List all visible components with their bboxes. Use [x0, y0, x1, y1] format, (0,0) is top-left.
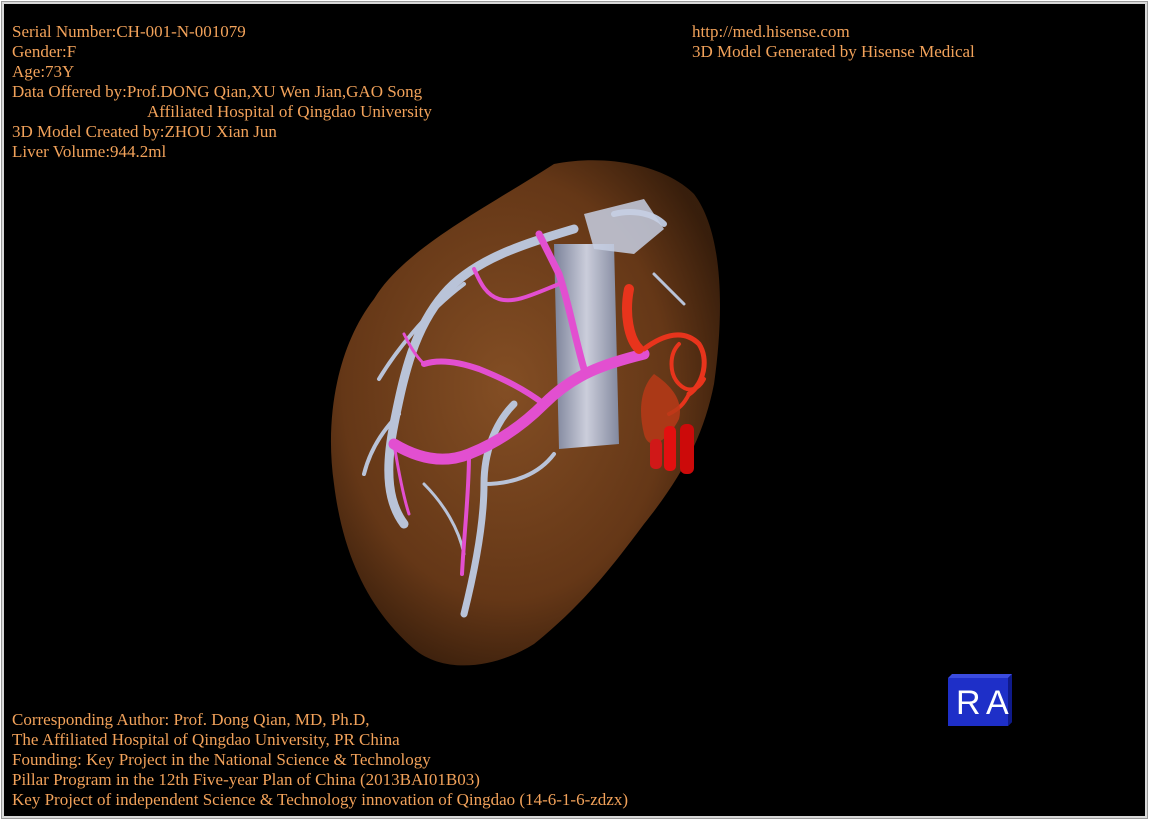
gender: Gender:F — [12, 42, 77, 61]
viewer-frame: Serial Number:CH-001-N-001079 Gender:F A… — [1, 1, 1148, 819]
affiliation: The Affiliated Hospital of Qingdao Unive… — [12, 730, 400, 749]
data-offered-by: Data Offered by:Prof.DONG Qian,XU Wen Ji… — [12, 82, 423, 101]
credits: Corresponding Author: Prof. Dong Qian, M… — [12, 710, 628, 810]
orientation-label-a: A — [986, 684, 1009, 722]
qingdao-project: Key Project of independent Science & Tec… — [12, 790, 628, 809]
inferior-vena-cava — [554, 244, 619, 449]
age: Age:73Y — [12, 62, 75, 81]
serial-number: Serial Number:CH-001-N-001079 — [12, 22, 246, 41]
founding-program: Pillar Program in the 12th Five-year Pla… — [12, 770, 480, 789]
orientation-cube[interactable]: R A — [946, 672, 1014, 728]
founding: Founding: Key Project in the National Sc… — [12, 750, 431, 769]
corresponding-author: Corresponding Author: Prof. Dong Qian, M… — [12, 710, 370, 729]
liver-3d-model[interactable] — [284, 154, 764, 684]
generated-by: 3D Model Generated by Hisense Medical — [692, 42, 975, 61]
artery-cluster — [664, 426, 676, 471]
generator-info: http://med.hisense.com 3D Model Generate… — [692, 22, 975, 62]
patient-info: Serial Number:CH-001-N-001079 Gender:F A… — [12, 22, 432, 162]
hospital-name: Affiliated Hospital of Qingdao Universit… — [147, 102, 432, 121]
model-created-by: 3D Model Created by:ZHOU Xian Jun — [12, 122, 277, 141]
website-url: http://med.hisense.com — [692, 22, 850, 41]
orientation-label-r: R — [956, 684, 981, 722]
